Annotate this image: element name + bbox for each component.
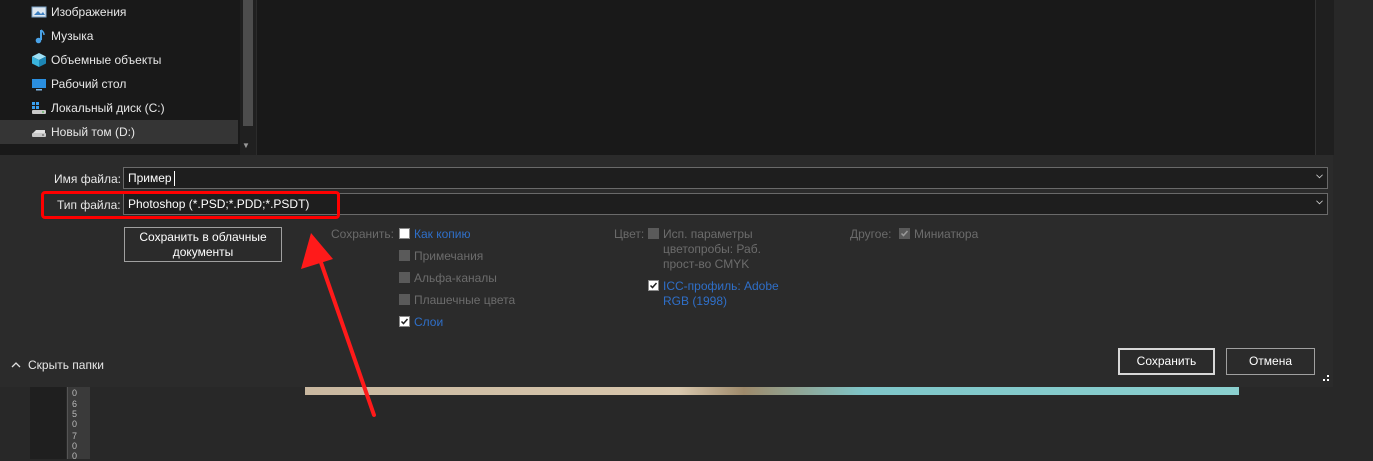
proof-setup-label: Исп. параметры цветопробы: Раб. прост-во… [663, 227, 761, 272]
grip-dot [1327, 379, 1329, 381]
checkmark-icon [900, 230, 909, 237]
filename-value: Пример [128, 171, 172, 185]
cloud-button-line: Сохранить в облачные [139, 230, 267, 244]
nav-item-label: Новый том (D:) [51, 125, 135, 139]
filename-label: Имя файла: [54, 172, 121, 186]
notes-checkbox[interactable] [399, 250, 410, 261]
ruler-label: 0 [72, 388, 78, 398]
file-list-scrollbar[interactable] [1315, 0, 1334, 155]
grip-dot [1323, 379, 1325, 381]
ruler-label: 0 [72, 441, 78, 451]
as-copy-checkbox[interactable] [399, 228, 410, 239]
tools-panel [30, 385, 66, 459]
desktop-icon [31, 76, 47, 92]
save-as-dialog: Изображения Музыка Объемные объекты Рабо… [0, 0, 1334, 387]
cloud-button-line: документы [172, 245, 234, 259]
as-copy-label[interactable]: Как копию [414, 227, 471, 241]
pictures-icon [31, 4, 47, 20]
spot-colors-label: Плашечные цвета [414, 293, 516, 307]
highlight-box [41, 191, 340, 219]
nav-item-pictures[interactable]: Изображения [0, 0, 238, 24]
grip-dot [1327, 375, 1329, 377]
drive-icon [31, 124, 47, 140]
vertical-ruler: 0 6 5 0 7 0 0 [67, 385, 90, 461]
windows-drive-icon [31, 100, 47, 116]
proof-setup-line: прост-во CMYK [663, 257, 750, 271]
nav-item-new-volume-d[interactable]: Новый том (D:) [0, 120, 238, 144]
text-cursor [174, 171, 175, 186]
proof-setup-checkbox[interactable] [648, 228, 659, 239]
proof-setup-line: цветопробы: Раб. [663, 242, 761, 256]
nav-item-label: Изображения [51, 5, 127, 19]
ruler-label: 0 [72, 419, 78, 429]
hide-folders-toggle[interactable]: Скрыть папки [11, 358, 104, 372]
chevron-down-icon[interactable] [1316, 199, 1323, 206]
nav-item-desktop[interactable]: Рабочий стол [0, 72, 238, 96]
checkmark-icon [649, 282, 658, 289]
ruler-label: 6 [72, 399, 78, 409]
annotation-arrow-icon [301, 233, 376, 417]
navigation-pane: Изображения Музыка Объемные объекты Рабо… [0, 0, 240, 155]
document-canvas [305, 386, 1239, 395]
save-button[interactable]: Сохранить [1118, 348, 1215, 375]
chevron-up-icon [11, 362, 21, 368]
other-options-label: Другое: [850, 227, 892, 241]
color-options-label: Цвет: [614, 227, 645, 241]
file-list-pane[interactable] [257, 0, 1333, 155]
alpha-channels-checkbox[interactable] [399, 272, 410, 283]
icc-profile-label[interactable]: ICC-профиль: Adobe RGB (1998) [663, 279, 779, 309]
icc-profile-checkbox[interactable] [648, 280, 659, 291]
nav-item-music[interactable]: Музыка [0, 24, 238, 48]
spot-colors-checkbox[interactable] [399, 294, 410, 305]
checkmark-icon [400, 318, 409, 325]
ruler-label: 5 [72, 409, 78, 419]
proof-setup-line: Исп. параметры [663, 227, 753, 241]
nav-item-3d-objects[interactable]: Объемные объекты [0, 48, 238, 72]
nav-item-label: Музыка [51, 29, 94, 43]
alpha-channels-label: Альфа-каналы [414, 271, 497, 285]
nav-item-local-disk-c[interactable]: Локальный диск (C:) [0, 96, 238, 120]
thumbnail-label: Миниатюра [914, 227, 979, 241]
chevron-down-icon[interactable] [1316, 173, 1323, 180]
cancel-button[interactable]: Отмена [1226, 348, 1315, 375]
nav-item-label: Объемные объекты [51, 53, 162, 67]
ruler-label: 0 [72, 451, 78, 461]
scrollbar-thumb[interactable] [243, 0, 253, 126]
icc-profile-line: RGB (1998) [663, 294, 728, 308]
thumbnail-checkbox [899, 228, 910, 239]
nav-item-label: Локальный диск (C:) [51, 101, 165, 115]
3d-objects-icon [31, 52, 47, 68]
filename-input[interactable]: Пример [123, 167, 1328, 189]
ruler-label: 7 [72, 431, 78, 441]
nav-item-label: Рабочий стол [51, 77, 127, 91]
save-to-cloud-button[interactable]: Сохранить в облачные документы [124, 227, 282, 262]
layers-checkbox[interactable] [399, 316, 410, 327]
resize-grip[interactable] [1315, 366, 1333, 387]
scroll-down-icon[interactable]: ▼ [242, 141, 250, 150]
icc-profile-line: ICC-профиль: Adobe [663, 279, 779, 293]
music-icon [31, 28, 47, 44]
layers-label[interactable]: Слои [414, 315, 443, 329]
notes-label: Примечания [414, 249, 484, 263]
hide-folders-label: Скрыть папки [28, 358, 104, 372]
